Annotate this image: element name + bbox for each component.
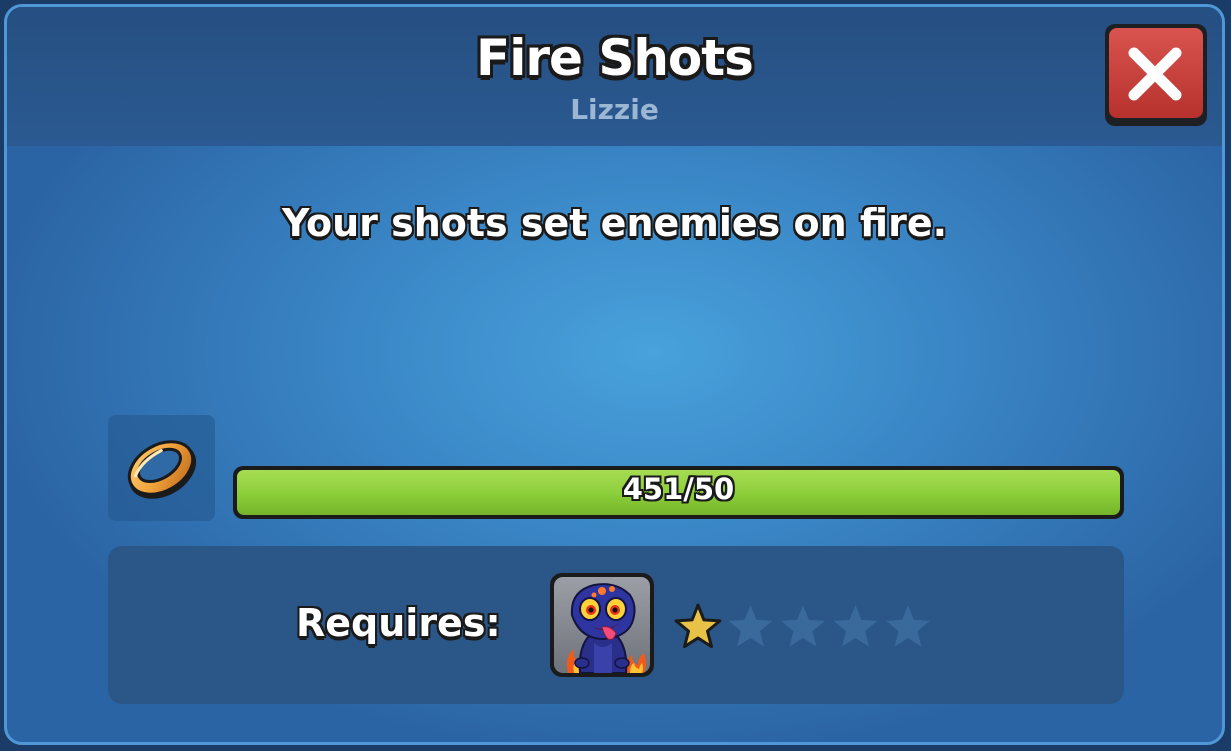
hero-name-subtitle: Lizzie	[570, 93, 659, 126]
ring-icon	[127, 440, 197, 499]
lizzie-portrait-icon	[566, 583, 646, 673]
ability-popup-panel: Fire Shots Lizzie Your shots set enemies…	[4, 4, 1225, 745]
progress-label: 451/50	[622, 472, 735, 506]
star-rating-graphic	[674, 603, 930, 649]
close-icon[interactable]	[1105, 24, 1207, 126]
requirements-box: Requires:	[108, 546, 1124, 704]
star-rating	[674, 599, 944, 655]
close-button[interactable]	[1105, 24, 1207, 126]
ability-description: Your shots set enemies on fire.	[281, 201, 948, 245]
ability-title: Fire Shots	[476, 29, 754, 87]
star-empty-icon	[728, 605, 773, 647]
star-empty-icon	[781, 605, 825, 647]
hero-portrait[interactable]	[550, 573, 654, 677]
star-empty-icon	[886, 605, 930, 647]
hero-portrait-background	[554, 577, 650, 673]
popup-header: Fire Shots Lizzie	[7, 7, 1222, 146]
progress-bar: 451/50	[233, 466, 1124, 519]
item-slot	[108, 415, 215, 521]
requires-label: Requires:	[296, 601, 501, 645]
star-empty-icon	[833, 605, 878, 647]
star-filled-icon	[674, 603, 722, 649]
